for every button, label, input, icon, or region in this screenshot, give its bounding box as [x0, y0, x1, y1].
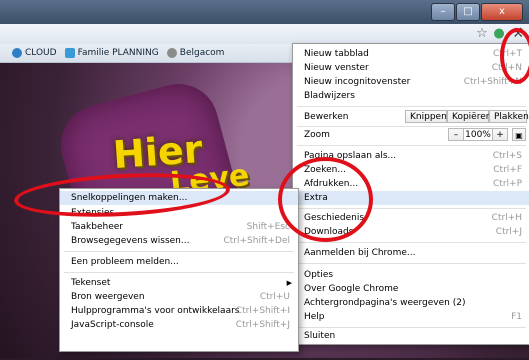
- menu-item-report-issue[interactable]: Een probleem melden...: [60, 255, 298, 269]
- maximize-button[interactable]: □: [456, 3, 480, 21]
- close-button[interactable]: x: [481, 3, 523, 21]
- menu-separator: [64, 251, 294, 252]
- menu-item-new-window[interactable]: Nieuw venster Ctrl+N: [293, 61, 529, 75]
- menu-item-label: Nieuw incognitovenster: [304, 77, 411, 87]
- menu-item-options[interactable]: Opties: [293, 268, 529, 282]
- menu-item-label: Browsegegevens wissen...: [71, 236, 190, 246]
- submenu-arrow-icon: ▶: [286, 279, 292, 287]
- menu-separator: [297, 145, 526, 146]
- menu-item-background-pages[interactable]: Achtergrondpagina's weergeven (2): [293, 296, 529, 310]
- bookmark-cloud[interactable]: CLOUD: [12, 48, 57, 58]
- star-icon[interactable]: ☆: [474, 26, 490, 42]
- menu-item-label: Bewerken: [304, 112, 349, 122]
- menu-separator: [297, 106, 526, 107]
- menu-separator: [297, 242, 526, 243]
- menu-item-help[interactable]: Help F1: [293, 310, 529, 324]
- menu-item-new-tab[interactable]: Nieuw tabblad Ctrl+T: [293, 47, 529, 61]
- menu-separator: [297, 263, 526, 264]
- copy-button[interactable]: Kopiëren: [447, 110, 491, 123]
- menu-item-shortcut: Ctrl+Shift+Del: [223, 236, 290, 246]
- annotation-circle: [500, 28, 529, 84]
- menu-item-label: Tekenset: [71, 278, 111, 288]
- menu-item-sign-in[interactable]: Aanmelden bij Chrome...: [293, 246, 529, 260]
- zoom-in-button[interactable]: +: [492, 128, 508, 141]
- zoom-out-button[interactable]: –: [448, 128, 464, 141]
- menu-item-shortcut: Shift+Esc: [246, 222, 290, 232]
- menu-row-edit: Bewerken Knippen Kopiëren Plakken: [293, 110, 529, 124]
- menu-item-label: Help: [304, 312, 325, 322]
- zoom-level: 100%: [464, 128, 492, 141]
- bookmark-label: Belgacom: [179, 48, 225, 58]
- menu-item-label: Een probleem melden...: [71, 257, 179, 267]
- menu-item-label: Aanmelden bij Chrome...: [304, 248, 416, 258]
- menu-item-shortcut: Ctrl+J: [495, 227, 522, 237]
- menu-item-new-incognito[interactable]: Nieuw incognitovenster Ctrl+Shift+N: [293, 75, 529, 89]
- menu-item-shortcut: F1: [511, 312, 522, 322]
- menu-item-task-manager[interactable]: Taakbeheer Shift+Esc: [60, 220, 298, 234]
- minimize-button[interactable]: –: [431, 3, 455, 21]
- menu-row-zoom: Zoom – 100% + ▣: [293, 128, 529, 142]
- menu-separator: [64, 272, 294, 273]
- menu-item-about[interactable]: Over Google Chrome: [293, 282, 529, 296]
- menu-item-exit[interactable]: Sluiten: [293, 329, 529, 343]
- menu-item-label: Achtergrondpagina's weergeven (2): [304, 298, 466, 308]
- menu-item-label: Bron weergeven: [71, 292, 145, 302]
- menu-item-shortcut: Ctrl+S: [492, 151, 522, 161]
- menu-item-clear-browsing-data[interactable]: Browsegegevens wissen... Ctrl+Shift+Del: [60, 234, 298, 248]
- menu-item-label: Taakbeheer: [71, 222, 123, 232]
- cloud-icon: [12, 48, 22, 58]
- bookmark-belgacom[interactable]: Belgacom: [166, 48, 225, 58]
- window-controls: – □ x: [431, 3, 523, 21]
- menu-item-shortcut: Ctrl+U: [259, 292, 290, 302]
- menu-item-shortcut: Ctrl+Shift+I: [235, 306, 290, 316]
- puzzle-icon: [64, 48, 75, 58]
- menu-item-shortcut: Ctrl+H: [491, 213, 522, 223]
- menu-item-label: Hulpprogramma's voor ontwikkelaars: [71, 306, 240, 316]
- menu-item-shortcut: Ctrl+Shift+J: [235, 320, 290, 330]
- menu-item-bookmarks[interactable]: Bladwijzers: [293, 89, 529, 103]
- annotation-circle: [278, 157, 373, 242]
- menu-item-label: Nieuw venster: [304, 63, 369, 73]
- bookmark-label: Familie PLANNING: [77, 48, 159, 58]
- menu-item-label: Sluiten: [304, 331, 336, 341]
- bookmark-familie-planning[interactable]: Familie PLANNING: [64, 48, 159, 58]
- browser-toolbar: ☆ ● ⚒: [0, 24, 529, 44]
- menu-separator: [297, 126, 526, 127]
- window-titlebar: – □ x: [0, 0, 529, 25]
- menu-item-label: Over Google Chrome: [304, 284, 399, 294]
- fullscreen-icon[interactable]: ▣: [512, 128, 526, 141]
- cut-button[interactable]: Knippen: [405, 110, 447, 123]
- menu-item-label: Zoom: [304, 130, 330, 140]
- bookmark-label: CLOUD: [25, 48, 57, 58]
- menu-item-view-source[interactable]: Bron weergeven Ctrl+U: [60, 290, 298, 304]
- menu-item-label: Nieuw tabblad: [304, 49, 369, 59]
- menu-item-encoding[interactable]: Tekenset ▶: [60, 276, 298, 290]
- menu-item-label: Opties: [304, 270, 334, 280]
- menu-item-shortcut: Ctrl+P: [493, 179, 522, 189]
- globe-icon: [166, 48, 177, 58]
- paste-button[interactable]: Plakken: [489, 110, 529, 123]
- menu-item-label: JavaScript-console: [71, 320, 154, 330]
- menu-separator: [297, 327, 526, 328]
- menu-item-shortcut: Ctrl+F: [493, 165, 522, 175]
- menu-item-developer-tools[interactable]: Hulpprogramma's voor ontwikkelaars Ctrl+…: [60, 304, 298, 318]
- menu-item-label: Bladwijzers: [304, 91, 355, 101]
- menu-item-javascript-console[interactable]: JavaScript-console Ctrl+Shift+J: [60, 318, 298, 332]
